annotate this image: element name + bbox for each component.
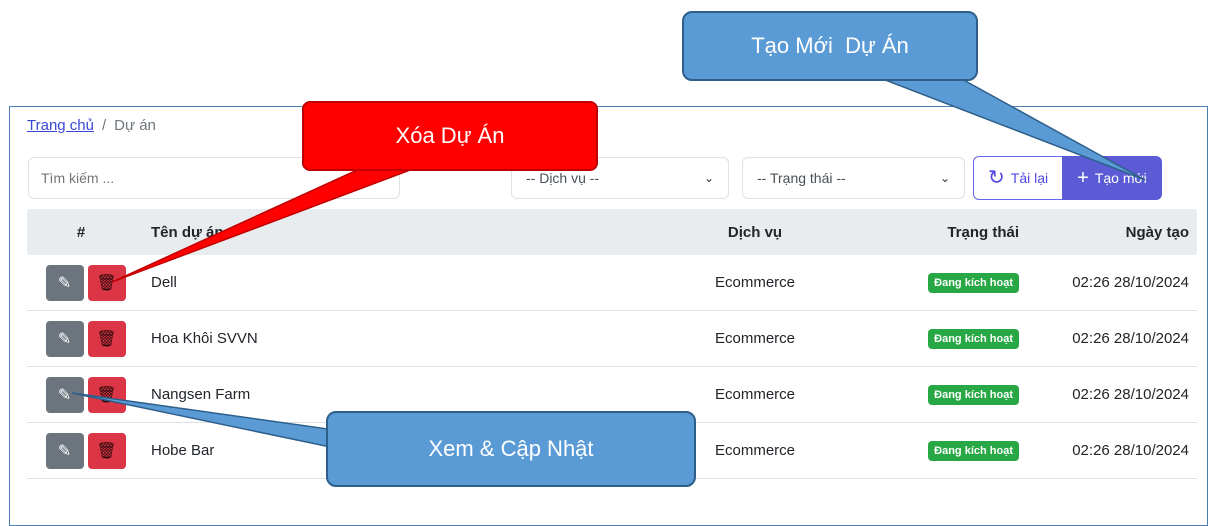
delete-callout-text: Xóa Dự Án [395,123,505,148]
edit-callout-text: Xem & Cập Nhật [428,436,594,461]
edit-callout-arrow [71,392,336,449]
create-callout-text: Tạo Mới Dự Án [751,33,909,58]
edit-project-callout: Xem & Cập Nhật [326,411,696,487]
create-project-callout: Tạo Mới Dự Án [682,11,978,81]
delete-project-callout: Xóa Dự Án [302,101,598,171]
delete-callout-arrow [111,154,451,283]
create-callout-arrow [879,77,1146,181]
